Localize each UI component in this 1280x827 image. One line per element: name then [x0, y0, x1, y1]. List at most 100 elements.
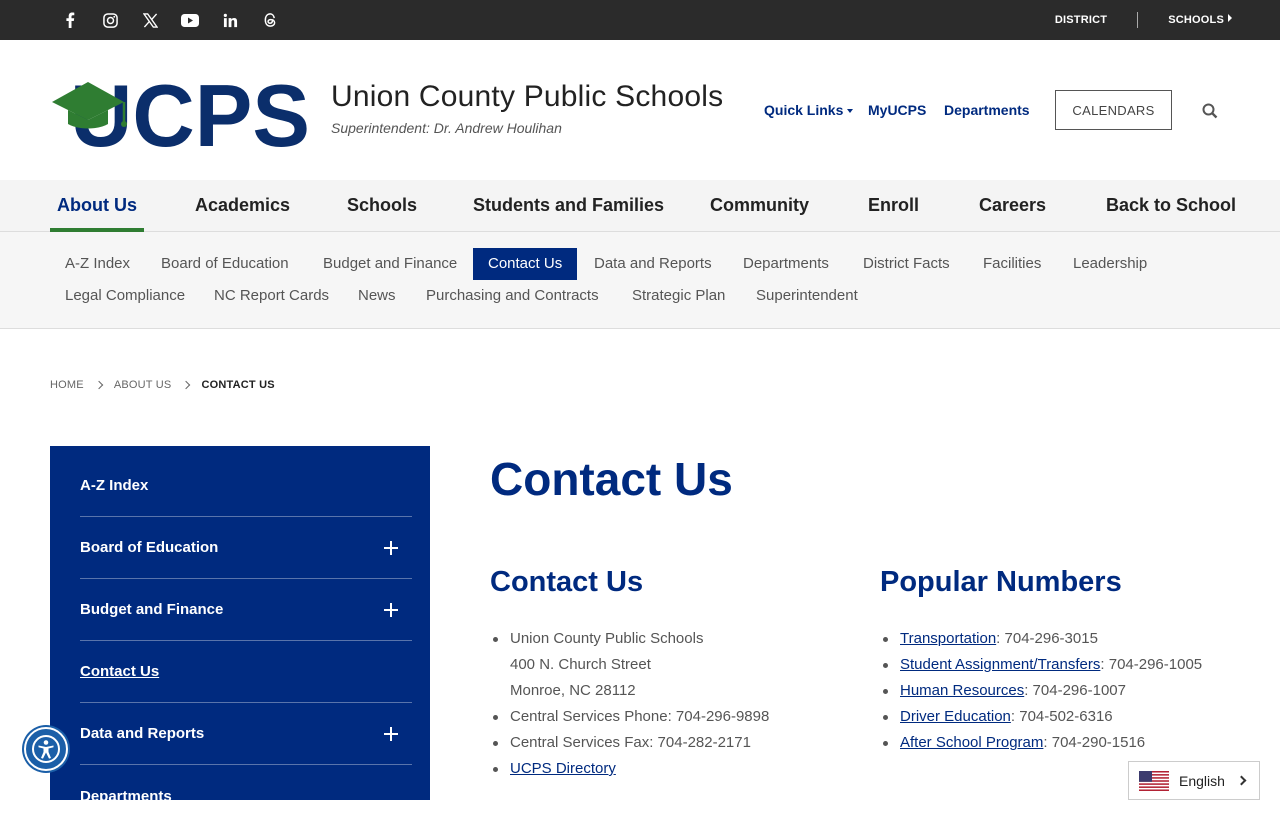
x-icon[interactable] [140, 10, 160, 30]
sidebar-item-label: Data and Reports [80, 725, 205, 742]
expand-plus-icon[interactable] [384, 602, 398, 617]
search-button[interactable] [1198, 100, 1222, 122]
phone-number: : 704-296-1007 [1024, 682, 1126, 699]
driver-education-link[interactable]: Driver Education [900, 708, 1011, 725]
list-item: Central Services Fax: 704-282-2171 [490, 730, 769, 756]
calendars-button[interactable]: CALENDARS [1055, 90, 1172, 130]
subnav-district-facts[interactable]: District Facts [848, 248, 965, 280]
phone-number: : 704-502-6316 [1010, 708, 1113, 725]
subnav-purchasing-and-contracts[interactable]: Purchasing and Contracts [411, 280, 614, 312]
utility-bar: DISTRICT SCHOOLS [0, 0, 1280, 40]
phone-number: : 704-296-3015 [996, 630, 1098, 647]
subnav-nc-report-cards[interactable]: NC Report Cards [199, 280, 344, 312]
instagram-icon[interactable] [100, 10, 120, 30]
list-item: UCPS Directory [490, 756, 769, 782]
student-assignment-link[interactable]: Student Assignment/Transfers [900, 656, 1100, 673]
youtube-icon[interactable] [180, 10, 200, 30]
subnav-facilities[interactable]: Facilities [968, 248, 1056, 280]
nav-schools[interactable]: Schools [347, 195, 417, 232]
accessibility-button[interactable] [24, 727, 68, 771]
subnav-departments[interactable]: Departments [728, 248, 844, 280]
list-item: Student Assignment/Transfers: 704-296-10… [880, 652, 1202, 678]
breadcrumb: HOME ABOUT US CONTACT US [50, 379, 275, 391]
page-title: Contact Us [490, 453, 733, 505]
contact-list: Union County Public Schools 400 N. Churc… [490, 626, 769, 782]
transportation-link[interactable]: Transportation [900, 630, 996, 647]
human-resources-link[interactable]: Human Resources [900, 682, 1024, 699]
sidebar-navigation: A-Z Index Board of Education Budget and … [50, 446, 430, 805]
list-item: After School Program: 704-290-1516 [880, 730, 1202, 756]
language-selector[interactable]: English [1128, 761, 1260, 800]
divider [1137, 12, 1139, 28]
subnav-data-and-reports[interactable]: Data and Reports [579, 248, 727, 280]
ucps-logo[interactable]: UCPS [50, 66, 312, 165]
subnav-az-index[interactable]: A-Z Index [50, 248, 145, 280]
schools-label: SCHOOLS [1168, 14, 1224, 26]
list-item: Monroe, NC 28112 [510, 682, 636, 699]
subnav-board-of-education[interactable]: Board of Education [146, 248, 304, 280]
list-item: Central Services Phone: 704-296-9898 [490, 704, 769, 730]
myucps-link[interactable]: MyUCPS [868, 102, 926, 118]
list-item: Driver Education: 704-502-6316 [880, 704, 1202, 730]
chevron-right-icon [182, 380, 191, 390]
quick-links-label: Quick Links [764, 102, 844, 118]
expand-plus-icon[interactable] [384, 540, 398, 555]
sidebar-item-label: Budget and Finance [80, 601, 224, 618]
search-icon [1202, 103, 1218, 119]
nav-academics[interactable]: Academics [195, 195, 290, 232]
list-item: Union County Public Schools [490, 626, 769, 652]
departments-link[interactable]: Departments [944, 102, 1030, 118]
sidebar-item-departments[interactable]: Departments [80, 765, 412, 827]
subnav-news[interactable]: News [343, 280, 411, 312]
sidebar-item-contact-us[interactable]: Contact Us [80, 641, 412, 703]
sidebar-item-board-of-education[interactable]: Board of Education [80, 517, 412, 579]
logo-graphic: UCPS [52, 66, 310, 165]
sidebar-item-label: A-Z Index [80, 477, 149, 494]
breadcrumb-home[interactable]: HOME [50, 379, 84, 391]
nav-about-us[interactable]: About Us [50, 195, 144, 232]
subnav-strategic-plan[interactable]: Strategic Plan [617, 280, 740, 312]
linkedin-icon[interactable] [220, 10, 240, 30]
sidebar-item-label: Departments [80, 787, 172, 805]
accessibility-icon [32, 735, 60, 763]
top-right-links: DISTRICT SCHOOLS [1055, 0, 1232, 40]
us-flag-icon [1139, 770, 1169, 791]
facebook-icon[interactable] [60, 10, 80, 30]
nav-community[interactable]: Community [710, 195, 809, 232]
threads-icon[interactable] [260, 10, 280, 30]
subnav-superintendent[interactable]: Superintendent [741, 280, 873, 312]
subnav-contact-us[interactable]: Contact Us [473, 248, 578, 280]
nav-students-and-families[interactable]: Students and Families [473, 195, 664, 232]
caret-down-icon [847, 109, 854, 113]
after-school-program-link[interactable]: After School Program [900, 734, 1043, 751]
subnav-legal-compliance[interactable]: Legal Compliance [50, 280, 200, 312]
ucps-directory-link[interactable]: UCPS Directory [510, 760, 616, 777]
phone-number: : 704-290-1516 [1043, 734, 1146, 751]
nav-back-to-school[interactable]: Back to School [1106, 195, 1236, 232]
nav-enroll[interactable]: Enroll [868, 195, 919, 232]
list-item: 400 N. Church Street [510, 656, 651, 673]
language-label: English [1179, 772, 1225, 789]
nav-careers[interactable]: Careers [979, 195, 1046, 232]
social-links [60, 0, 300, 40]
chevron-right-icon [1236, 775, 1247, 786]
subnav-budget-and-finance[interactable]: Budget and Finance [308, 248, 472, 280]
sidebar-item-data-and-reports[interactable]: Data and Reports [80, 703, 412, 765]
quick-links-dropdown[interactable]: Quick Links [764, 102, 854, 118]
phone-number: : 704-296-1005 [1100, 656, 1203, 673]
expand-plus-icon[interactable] [384, 726, 398, 741]
sidebar-item-label: Contact Us [80, 663, 160, 680]
subnav-leadership[interactable]: Leadership [1058, 248, 1162, 280]
site-header: UCPS Union County Public Schools Superin… [0, 40, 1280, 180]
schools-link[interactable]: SCHOOLS [1168, 14, 1232, 26]
contact-heading: Contact Us [490, 566, 644, 598]
sidebar-item-az-index[interactable]: A-Z Index [80, 455, 412, 517]
district-link[interactable]: DISTRICT [1055, 14, 1107, 26]
site-title: Union County Public Schools [331, 80, 724, 113]
list-item: Human Resources: 704-296-1007 [880, 678, 1202, 704]
breadcrumb-about-us[interactable]: ABOUT US [114, 379, 172, 391]
list-item: Transportation: 704-296-3015 [880, 626, 1202, 652]
main-navigation: About Us Academics Schools Students and … [0, 180, 1280, 232]
sidebar-item-budget-and-finance[interactable]: Budget and Finance [80, 579, 412, 641]
popular-numbers-heading: Popular Numbers [880, 566, 1122, 598]
